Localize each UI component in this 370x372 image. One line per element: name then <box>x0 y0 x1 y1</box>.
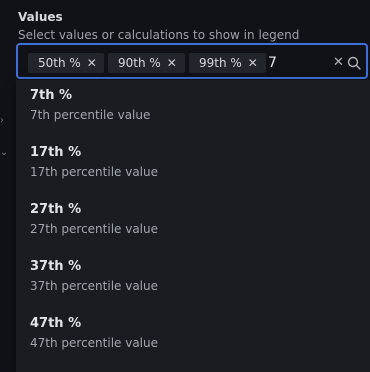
option-item[interactable]: 7th % 7th percentile value <box>16 80 370 136</box>
value-chip: 90th % ✕ <box>108 53 185 73</box>
values-multiselect[interactable]: 50th % ✕ 90th % ✕ 99th % ✕ 7 ✕ <box>16 43 368 79</box>
option-item[interactable]: 47th % 47th percentile value <box>16 308 370 364</box>
option-title: 37th % <box>30 259 82 274</box>
option-description: 27th percentile value <box>30 222 158 236</box>
option-title: 17th % <box>30 145 82 160</box>
chip-label: 90th % <box>118 56 161 70</box>
option-title: 47th % <box>30 316 82 331</box>
remove-chip-icon[interactable]: ✕ <box>248 56 258 70</box>
chip-label: 50th % <box>38 56 81 70</box>
legend-values-editor: › ⌄ Values Select values or calculations… <box>0 0 370 372</box>
chevron-right-icon: › <box>0 115 4 126</box>
remove-chip-icon[interactable]: ✕ <box>87 56 97 70</box>
search-input[interactable]: 7 <box>268 53 277 73</box>
field-label: Values <box>18 10 63 24</box>
search-icon <box>347 56 361 70</box>
option-title: 7th % <box>30 88 73 103</box>
option-item[interactable]: 17th % 17th percentile value <box>16 137 370 193</box>
chevron-down-icon: ⌄ <box>0 147 9 158</box>
option-description: 7th percentile value <box>30 108 151 122</box>
option-description: 37th percentile value <box>30 279 158 293</box>
value-chip: 50th % ✕ <box>28 53 104 73</box>
field-description: Select values or calculations to show in… <box>18 28 300 42</box>
options-dropdown: 7th % 7th percentile value 17th % 17th p… <box>16 80 370 372</box>
chip-label: 99th % <box>199 56 242 70</box>
option-description: 47th percentile value <box>30 336 158 350</box>
option-title: 27th % <box>30 202 82 217</box>
option-description: 17th percentile value <box>30 165 158 179</box>
option-item[interactable]: 37th % 37th percentile value <box>16 251 370 307</box>
close-icon[interactable]: ✕ <box>333 54 344 72</box>
remove-chip-icon[interactable]: ✕ <box>167 56 177 70</box>
value-chip: 99th % ✕ <box>189 53 266 73</box>
option-item[interactable]: 27th % 27th percentile value <box>16 194 370 250</box>
